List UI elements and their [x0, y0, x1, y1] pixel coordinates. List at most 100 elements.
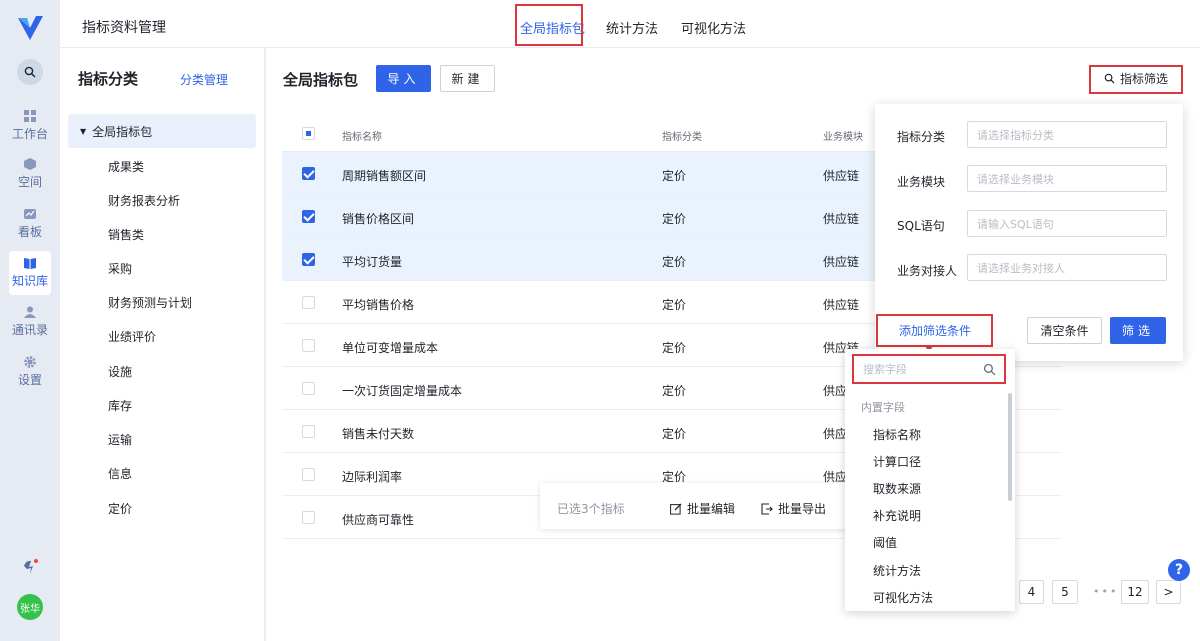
- batch-edit-label: 批量编辑: [687, 502, 736, 516]
- cell-category: 定价: [662, 255, 687, 269]
- row-checkbox[interactable]: [302, 167, 315, 180]
- category-title: 指标分类: [78, 70, 139, 88]
- category-item[interactable]: 设施: [108, 363, 132, 380]
- field-option[interactable]: 补充说明: [873, 507, 921, 524]
- rail-item-label: 空间: [17, 175, 42, 189]
- row-checkbox[interactable]: [302, 210, 315, 223]
- batch-export-button[interactable]: 批量导出: [761, 500, 826, 517]
- clear-conditions-button[interactable]: 清空条件: [1027, 317, 1102, 344]
- pager-page-12[interactable]: 12: [1121, 580, 1149, 604]
- page-title: 全局指标包: [283, 71, 359, 89]
- category-item[interactable]: 销售类: [108, 226, 144, 243]
- row-checkbox[interactable]: [302, 339, 315, 352]
- app-title: 指标资料管理: [82, 20, 166, 36]
- search-icon: [24, 66, 36, 78]
- category-item[interactable]: 定价: [108, 500, 132, 517]
- rail-item-knowledge[interactable]: 知识库: [9, 251, 51, 295]
- category-item[interactable]: 信息: [108, 465, 132, 482]
- row-checkbox[interactable]: [302, 382, 315, 395]
- apply-filter-button[interactable]: 筛选: [1110, 317, 1166, 344]
- filter-label-category: 指标分类: [897, 130, 946, 144]
- column-header-category[interactable]: 指标分类: [662, 128, 702, 143]
- tab-statistics[interactable]: 统计方法: [606, 18, 658, 37]
- row-checkbox[interactable]: [302, 511, 315, 524]
- row-checkbox[interactable]: [302, 425, 315, 438]
- dropdown-scrollbar[interactable]: [1008, 393, 1012, 501]
- tab-visualization[interactable]: 可视化方法: [681, 18, 746, 37]
- cell-module: 供应链: [823, 255, 860, 269]
- pager-next-button[interactable]: >: [1156, 580, 1181, 604]
- cell-name: 平均销售价格: [342, 298, 415, 312]
- pager-page-5[interactable]: 5: [1052, 580, 1078, 604]
- filter-label-module: 业务模块: [897, 175, 946, 189]
- category-item[interactable]: 财务报表分析: [108, 192, 180, 209]
- cell-category: 定价: [662, 169, 687, 183]
- column-header-module[interactable]: 业务模块: [823, 128, 863, 143]
- export-icon: [761, 502, 773, 515]
- category-item[interactable]: 采购: [108, 260, 132, 277]
- category-item[interactable]: 运输: [108, 431, 132, 448]
- book-icon: [24, 258, 36, 269]
- filter-contact-select[interactable]: 请选择业务对接人: [967, 254, 1167, 281]
- select-all-checkbox[interactable]: [302, 127, 315, 140]
- new-button[interactable]: 新建: [440, 65, 495, 92]
- batch-edit-button[interactable]: 批量编辑: [670, 500, 735, 517]
- row-checkbox[interactable]: [302, 296, 315, 309]
- rail-item-label: 通讯录: [11, 323, 48, 337]
- filter-module-select[interactable]: 请选择业务模块: [967, 165, 1167, 192]
- rail-item-contacts[interactable]: 通讯录: [0, 300, 60, 344]
- cell-name: 周期销售额区间: [342, 169, 427, 183]
- left-rail: 工作台 空间 看板 知识库 通讯录 设置 张华: [0, 0, 60, 641]
- field-option[interactable]: 取数来源: [873, 480, 921, 497]
- highlight-box: [876, 314, 993, 347]
- row-checkbox[interactable]: [302, 253, 315, 266]
- field-option[interactable]: 可视化方法: [873, 589, 933, 606]
- gear-icon: [24, 356, 36, 368]
- highlight-box: [852, 354, 1006, 384]
- cell-name: 供应商可靠性: [342, 513, 415, 527]
- user-icon: [24, 306, 36, 318]
- field-group-label: 内置字段: [861, 401, 905, 414]
- cell-name: 一次订货固定增量成本: [342, 384, 463, 398]
- board-icon: [24, 209, 36, 219]
- cell-module: 供应: [823, 427, 848, 441]
- rail-item-space[interactable]: 空间: [0, 152, 60, 196]
- category-root[interactable]: ▼ 全局指标包: [68, 114, 256, 148]
- field-option[interactable]: 计算口径: [873, 453, 921, 470]
- field-dropdown: 搜索字段 内置字段 指标名称 计算口径 取数来源 补充说明 阈值 统计方法 可视…: [845, 349, 1015, 611]
- category-item[interactable]: 成果类: [108, 158, 144, 175]
- rail-item-settings[interactable]: 设置: [0, 350, 60, 394]
- cell-category: 定价: [662, 384, 687, 398]
- column-header-name[interactable]: 指标名称: [342, 128, 382, 143]
- batch-export-label: 批量导出: [778, 502, 827, 516]
- pager-page-4[interactable]: 4: [1019, 580, 1044, 604]
- field-option[interactable]: 指标名称: [873, 426, 921, 443]
- field-option[interactable]: 阈值: [873, 534, 897, 551]
- app-logo-icon[interactable]: [16, 14, 44, 42]
- rail-item-label: 工作台: [11, 127, 48, 141]
- rail-item-board[interactable]: 看板: [0, 202, 60, 246]
- filter-category-select[interactable]: 请选择指标分类: [967, 121, 1167, 148]
- cell-name: 边际利润率: [342, 470, 403, 484]
- rail-item-workbench[interactable]: 工作台: [0, 104, 60, 148]
- cell-module: 供应链: [823, 169, 860, 183]
- import-button[interactable]: 导入: [376, 65, 431, 92]
- category-item[interactable]: 财务预测与计划: [108, 294, 192, 311]
- filter-label-contact: 业务对接人: [897, 264, 958, 278]
- edit-icon: [670, 503, 682, 515]
- cube-icon: [24, 158, 36, 170]
- cell-category: 定价: [662, 341, 687, 355]
- cell-category: 定价: [662, 212, 687, 226]
- pager-ellipsis[interactable]: •••: [1093, 585, 1118, 598]
- notification-icon[interactable]: [21, 558, 39, 576]
- row-checkbox[interactable]: [302, 468, 315, 481]
- category-item[interactable]: 库存: [108, 397, 132, 414]
- field-option[interactable]: 统计方法: [873, 562, 921, 579]
- category-manage-link[interactable]: 分类管理: [180, 71, 228, 88]
- cell-name: 销售未付天数: [342, 427, 415, 441]
- global-search-button[interactable]: [17, 59, 43, 85]
- help-button[interactable]: ?: [1168, 559, 1190, 581]
- filter-sql-input[interactable]: 请输入SQL语句: [967, 210, 1167, 237]
- user-avatar[interactable]: 张华: [17, 594, 43, 620]
- category-item[interactable]: 业绩评价: [108, 328, 156, 345]
